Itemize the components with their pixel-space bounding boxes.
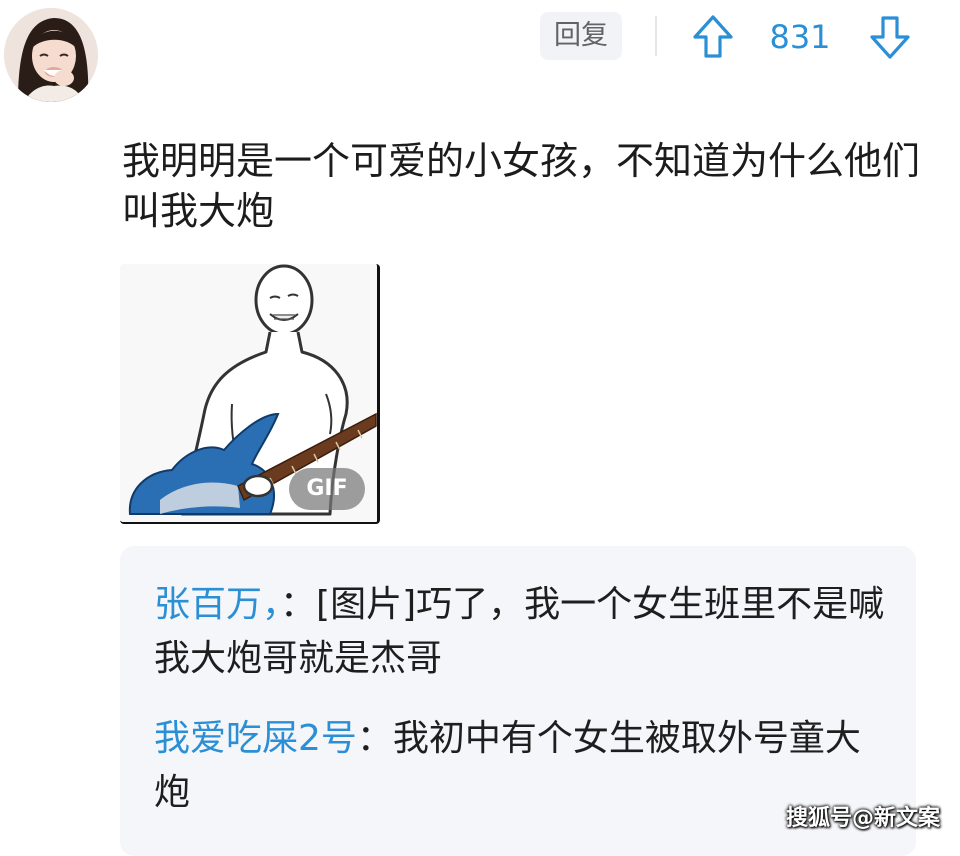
arrow-down-outline-icon [870,16,910,59]
user-avatar[interactable] [4,8,98,102]
vote-count: 831 [769,18,831,56]
reply-author[interactable]: 我爱吃屎2号 [154,718,357,759]
comment-gif-image[interactable]: GIF [120,264,380,524]
upvote-button[interactable] [691,14,735,60]
reply-button[interactable]: 回复 [540,12,622,60]
watermark: 搜狐号@新文案 [785,806,940,831]
reply-separator: ： [280,584,317,625]
avatar-photo [4,8,98,102]
gif-badge: GIF [289,468,365,510]
arrow-up-outline-icon [693,15,733,58]
downvote-button[interactable] [868,14,912,60]
comment-text: 我明明是一个可爱的小女孩，不知道为什么他们叫我大炮 [122,139,921,233]
reply-item[interactable]: 张百万，：[图片]巧了，我一个女生班里不是喊我大炮哥就是杰哥 [154,578,894,686]
reply-author[interactable]: 张百万， [154,584,280,625]
header-divider [655,16,657,56]
reply-separator: ： [356,718,393,759]
reply-item[interactable]: 我爱吃屎2号：我初中有个女生被取外号童大炮 [154,712,894,820]
